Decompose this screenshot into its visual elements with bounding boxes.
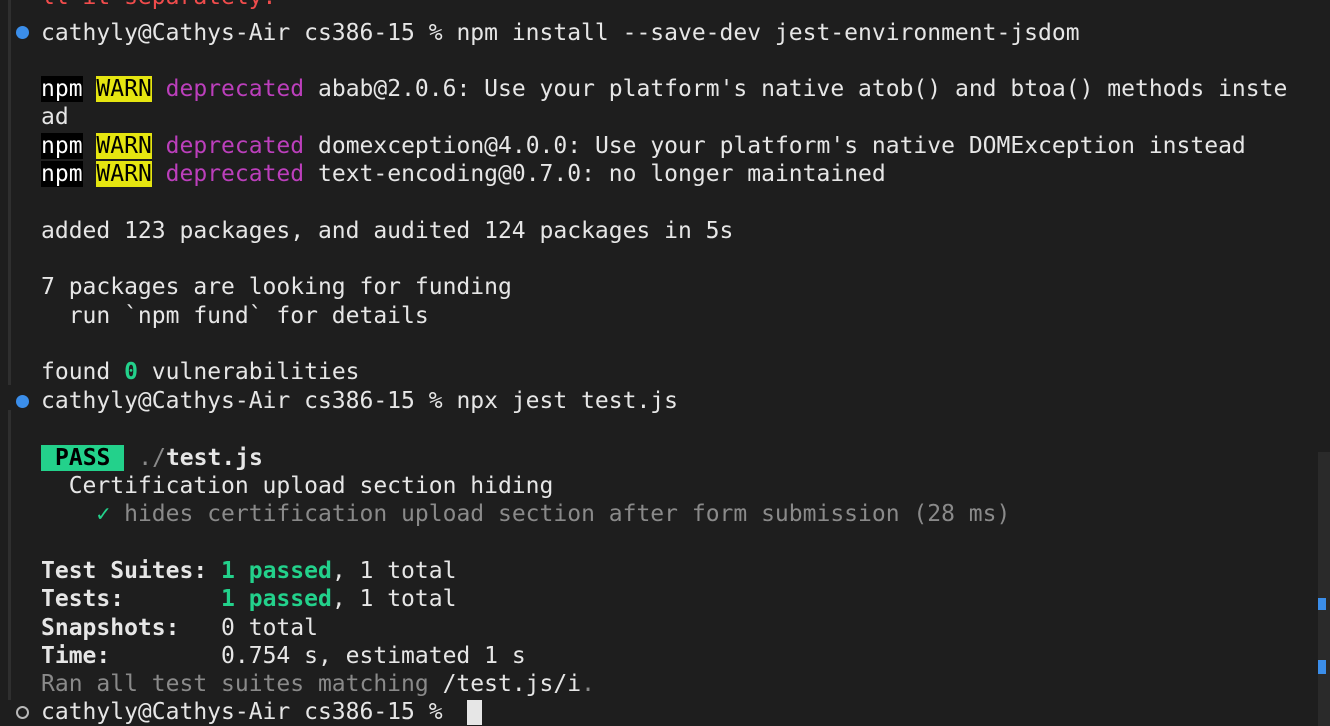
funding-line: 7 packages are looking for funding [41,274,512,300]
vertical-scrollbar[interactable] [1318,452,1330,726]
found-prefix: found [41,359,125,385]
text-cursor [467,700,482,725]
test-path-dir: ./ [138,445,166,471]
warn-line: npm WARN deprecated domexception@4.0.0: … [41,132,1246,160]
test-file-result-line: PASS ./test.js [41,444,263,472]
summary-label: Test Suites: [41,558,208,584]
command-group-bar [8,0,11,385]
ran-prefix: Ran all test suites matching [41,671,443,697]
terminal-panel[interactable]: ll it separately. cathyly@Cathys-Air cs3… [0,0,1330,726]
fund-hint-line: run `npm fund` for details [41,303,429,329]
test-case-name: hides certification upload section after… [124,501,1011,527]
summary-label: Time: [41,643,111,669]
found-suffix: vulnerabilities [137,359,360,385]
scrollbar-marker [1318,660,1326,674]
deprecated-tag: deprecated [165,161,305,187]
warn-message: domexception@4.0.0: Use your platform's … [318,133,1246,159]
current-prompt-line[interactable]: cathyly@Cathys-Air cs386-15 % [41,698,443,726]
prompt: cathyly@Cathys-Air cs386-15 % [41,699,443,725]
warn-tag: WARN [96,76,152,102]
command-line-jest: cathyly@Cathys-Air cs386-15 % npx jest t… [41,387,678,415]
summary-passed: 1 passed [221,586,332,612]
test-case-line: ✓ hides certification upload section aft… [41,500,1010,528]
command-success-dot-icon[interactable] [16,26,29,39]
npm-tag: npm [41,161,83,187]
command-text: npx jest test.js [456,388,678,414]
summary-total: , 1 total [331,586,457,612]
summary-value: 0.754 s, estimated 1 s [221,643,526,669]
check-icon: ✓ [96,501,111,527]
scrollbar-marker [1318,598,1326,610]
summary-snapshots: Snapshots: 0 total [41,614,318,642]
command-group-bar [8,410,11,700]
command-text: npm install --save-dev jest-environment-… [456,20,1080,46]
summary-tests: Tests: 1 passed, 1 total [41,585,456,613]
describe-block-name: Certification upload section hiding [41,473,554,499]
npm-tag: npm [41,76,83,102]
vulnerability-count: 0 [124,359,138,385]
ran-pattern: /test.js/i [442,671,582,697]
ran-all-suites-line: Ran all test suites matching /test.js/i. [41,670,595,698]
summary-value: 0 total [221,615,318,641]
summary-time: Time: 0.754 s, estimated 1 s [41,642,526,670]
added-packages-line: added 123 packages, and audited 124 pack… [41,218,734,244]
command-pending-dot-icon[interactable] [16,706,29,719]
warn-line-wrap: ad [41,104,69,130]
warn-tag: WARN [96,133,152,159]
deprecated-tag: deprecated [165,133,305,159]
error-line-fragment: ll it separately. [41,0,276,11]
test-path-file: test.js [165,445,263,471]
warn-line: npm WARN deprecated text-encoding@0.7.0:… [41,160,886,188]
pass-badge: PASS [41,445,125,471]
prompt: cathyly@Cathys-Air cs386-15 % [41,20,443,46]
summary-passed: 1 passed [221,558,332,584]
warn-message: text-encoding@0.7.0: no longer maintaine… [318,161,886,187]
summary-label: Tests: [41,586,125,612]
summary-total: , 1 total [331,558,457,584]
warn-line: npm WARN deprecated abab@2.0.6: Use your… [41,75,1287,103]
vulnerabilities-line: found 0 vulnerabilities [41,358,360,386]
prompt: cathyly@Cathys-Air cs386-15 % [41,388,443,414]
npm-tag: npm [41,133,83,159]
warn-message: abab@2.0.6: Use your platform's native a… [318,76,1288,102]
summary-label: Snapshots: [41,615,180,641]
summary-test-suites: Test Suites: 1 passed, 1 total [41,557,456,585]
deprecated-tag: deprecated [165,76,305,102]
warn-tag: WARN [96,161,152,187]
command-success-dot-icon[interactable] [16,395,29,408]
command-line-install: cathyly@Cathys-Air cs386-15 % npm instal… [41,19,1080,47]
ran-suffix: . [581,671,595,697]
